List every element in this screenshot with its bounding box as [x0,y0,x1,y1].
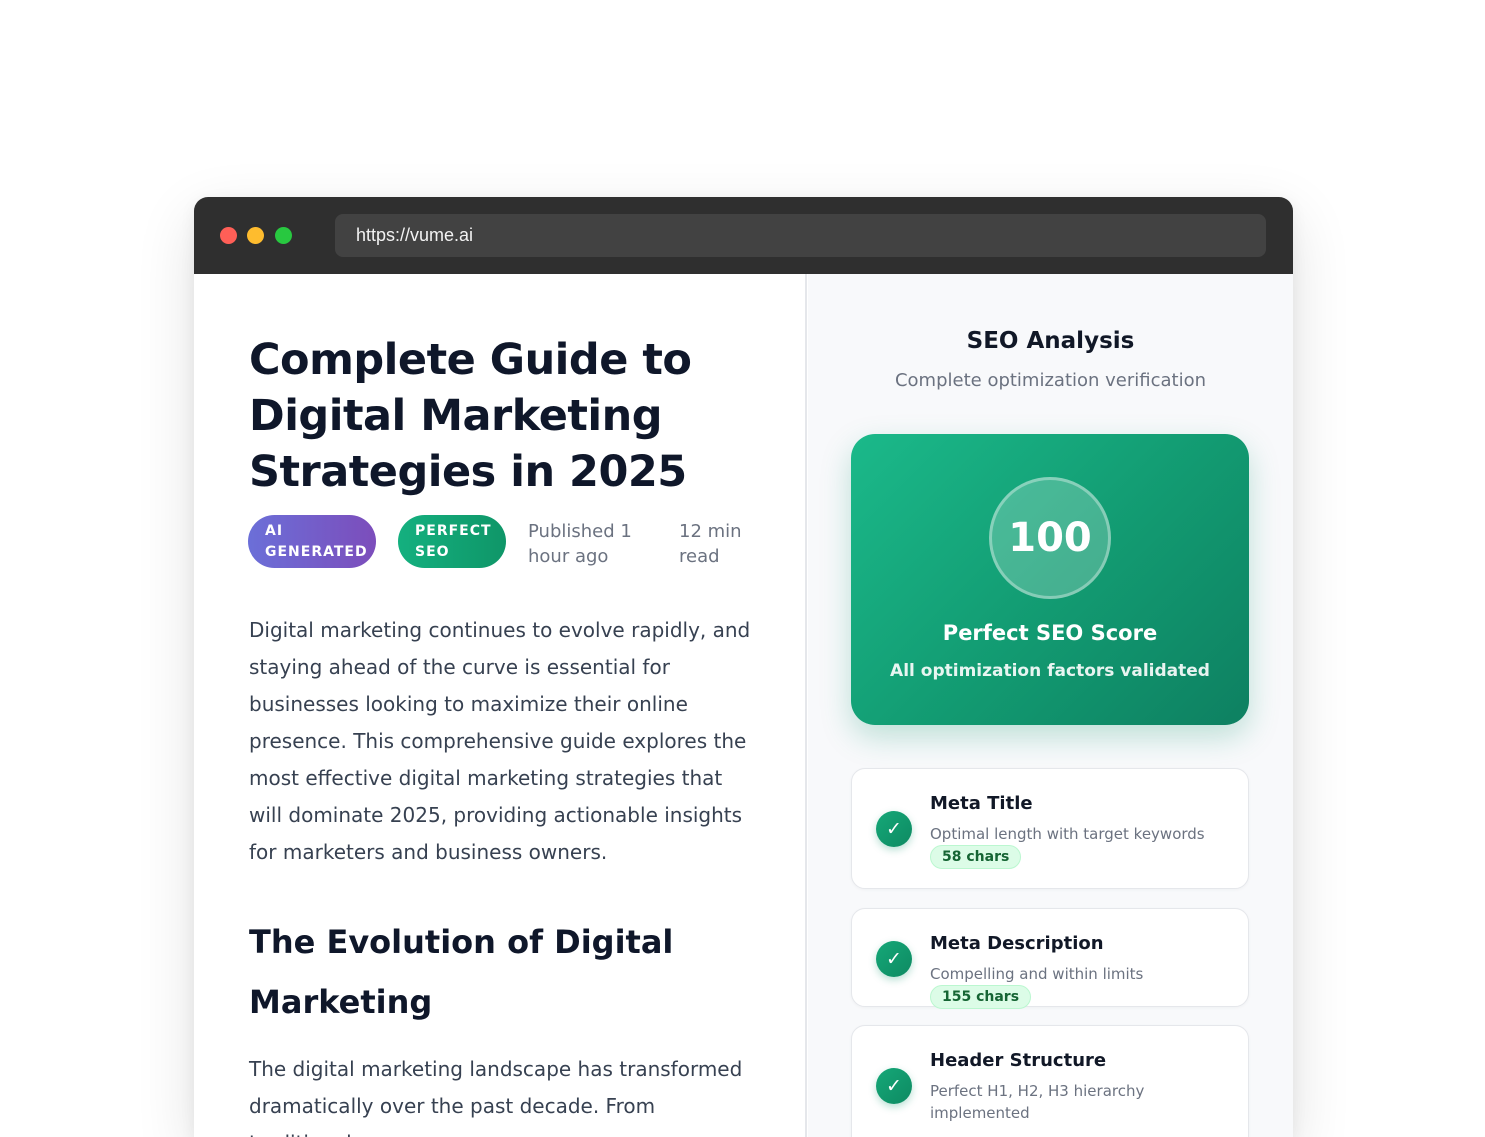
article-intro: Digital marketing continues to evolve ra… [249,618,751,864]
check-title: Header Structure [930,1050,1107,1071]
check-item-header-structure: ✓ Header Structure Perfect H1, H2, H3 hi… [851,1025,1249,1137]
check-desc-text: Compelling and within limits [930,965,1144,983]
read-time: 12 min read [679,521,742,567]
check-item-meta-description: ✓ Meta Description Compelling and within… [851,908,1249,1009]
check-icon: ✓ [876,1068,912,1104]
seo-score-card: 100 Perfect SEO Score All optimization f… [851,434,1249,725]
check-description: Compelling and within limits 155 chars [930,963,1240,1009]
section-heading: The Evolution of Digital Marketing [249,923,674,1021]
seo-panel-title: SEO Analysis [966,328,1135,354]
published-time: Published 1 hour ago [528,521,632,567]
minimize-window-button[interactable] [247,227,264,244]
browser-titlebar: https://vume.ai [194,197,1293,274]
perfect-seo-badge: PERFECT SEO [398,515,506,568]
check-title: Meta Description [930,933,1104,954]
seo-score-label: Perfect SEO Score [942,621,1158,645]
ai-generated-badge: AI GENERATED [248,515,376,568]
seo-score-subtext: All optimization factors validated [890,661,1210,681]
section-paragraph: The digital marketing landscape has tran… [249,1057,743,1137]
check-title: Meta Title [930,793,1033,814]
check-icon: ✓ [876,811,912,847]
check-desc-text: Perfect H1, H2, H3 hierarchy implemented [930,1082,1145,1122]
check-description: Optimal length with target keywords 58 c… [930,823,1230,869]
check-description: Perfect H1, H2, H3 hierarchy implemented [930,1080,1150,1124]
check-item-meta-title: ✓ Meta Title Optimal length with target … [851,768,1249,889]
page-content: Complete Guide to Digital Marketing Stra… [194,274,1293,1137]
browser-window: https://vume.ai Complete Guide to Digita… [194,197,1293,1137]
maximize-window-button[interactable] [275,227,292,244]
article-panel: Complete Guide to Digital Marketing Stra… [194,274,807,1137]
char-count-pill: 58 chars [930,845,1022,869]
seo-panel-subtitle: Complete optimization verification [894,370,1207,391]
check-desc-text: Optimal length with target keywords [930,825,1205,843]
close-window-button[interactable] [220,227,237,244]
seo-analysis-panel: SEO Analysis Complete optimization verif… [808,274,1293,1137]
char-count-pill: 155 chars [930,985,1032,1009]
seo-score-value: 100 [989,477,1111,599]
article-title: Complete Guide to Digital Marketing Stra… [249,335,692,497]
address-bar[interactable]: https://vume.ai [335,214,1266,257]
check-icon: ✓ [876,941,912,977]
